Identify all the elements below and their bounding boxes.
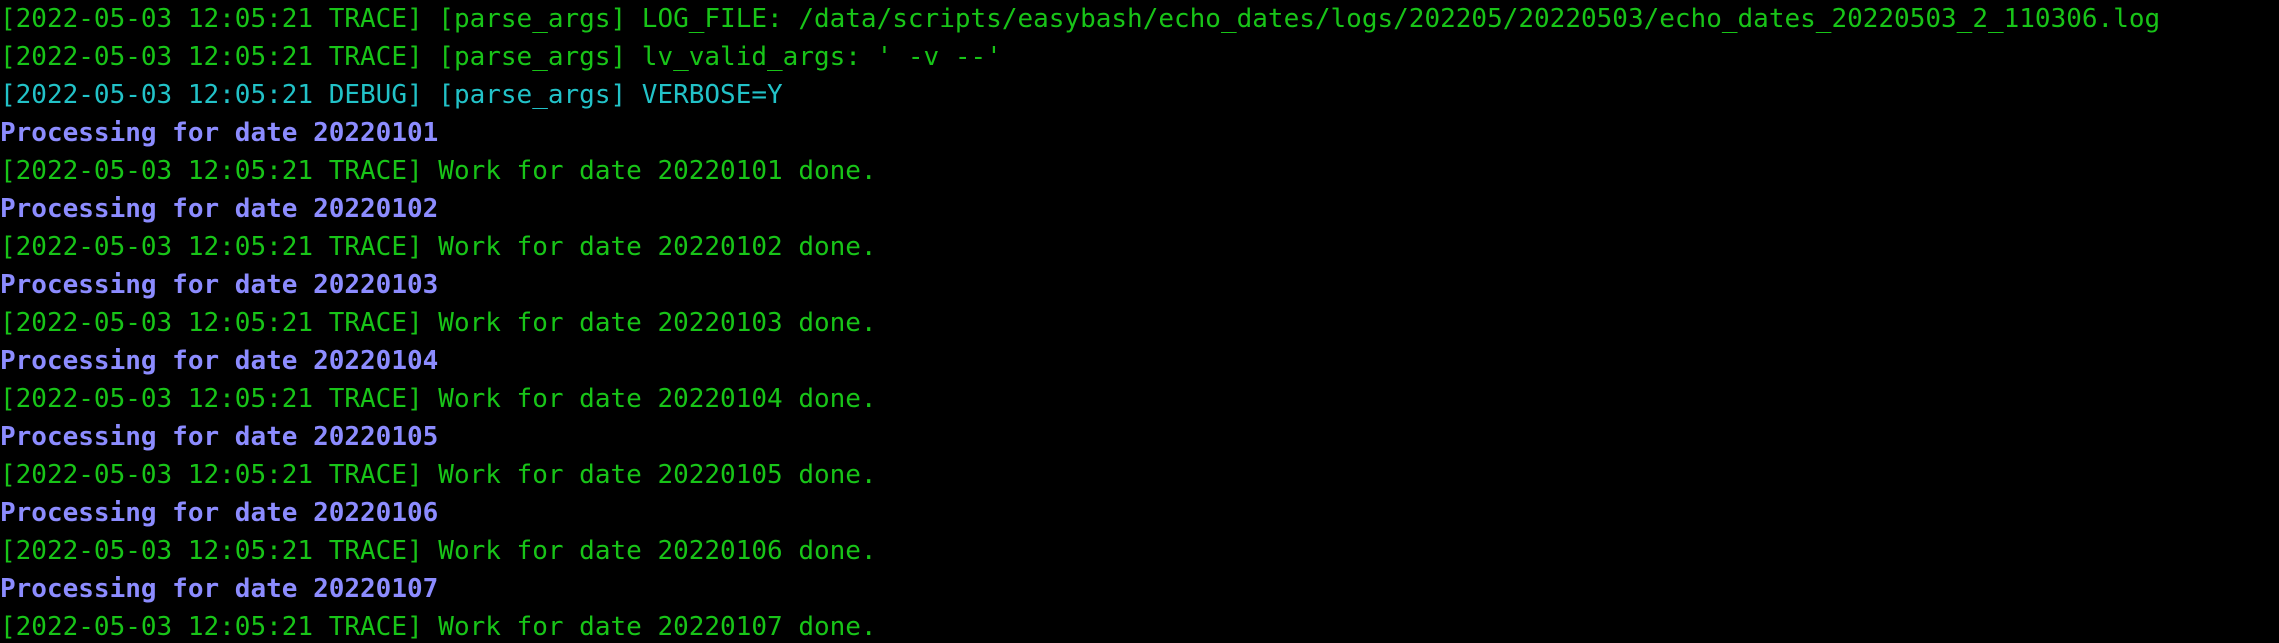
log-line-trace: [2022-05-03 12:05:21 TRACE] Work for dat… [0,156,877,186]
terminal-window[interactable]: [2022-05-03 12:05:21 TRACE] [parse_args]… [0,0,2279,643]
log-line-processing: Processing for date 20220103 [0,270,439,300]
log-line-processing: Processing for date 20220104 [0,346,439,376]
log-line-processing: Processing for date 20220102 [0,194,439,224]
log-line-trace: [2022-05-03 12:05:21 TRACE] Work for dat… [0,536,877,566]
log-line-trace: [2022-05-03 12:05:21 TRACE] Work for dat… [0,612,877,642]
log-line-trace: [2022-05-03 12:05:21 TRACE] Work for dat… [0,232,877,262]
log-line-processing: Processing for date 20220107 [0,574,439,604]
log-line-processing: Processing for date 20220105 [0,422,439,452]
log-line-trace: [2022-05-03 12:05:21 TRACE] Work for dat… [0,460,877,490]
log-line-trace: [2022-05-03 12:05:21 TRACE] [parse_args]… [0,42,1002,72]
log-line-trace: [2022-05-03 12:05:21 TRACE] Work for dat… [0,308,877,338]
log-line-debug: [2022-05-03 12:05:21 DEBUG] [parse_args]… [0,80,783,110]
log-line-processing: Processing for date 20220101 [0,118,439,148]
log-line-processing: Processing for date 20220106 [0,498,439,528]
log-line-trace: [2022-05-03 12:05:21 TRACE] Work for dat… [0,384,877,414]
log-line-trace: [2022-05-03 12:05:21 TRACE] [parse_args]… [0,4,2161,34]
